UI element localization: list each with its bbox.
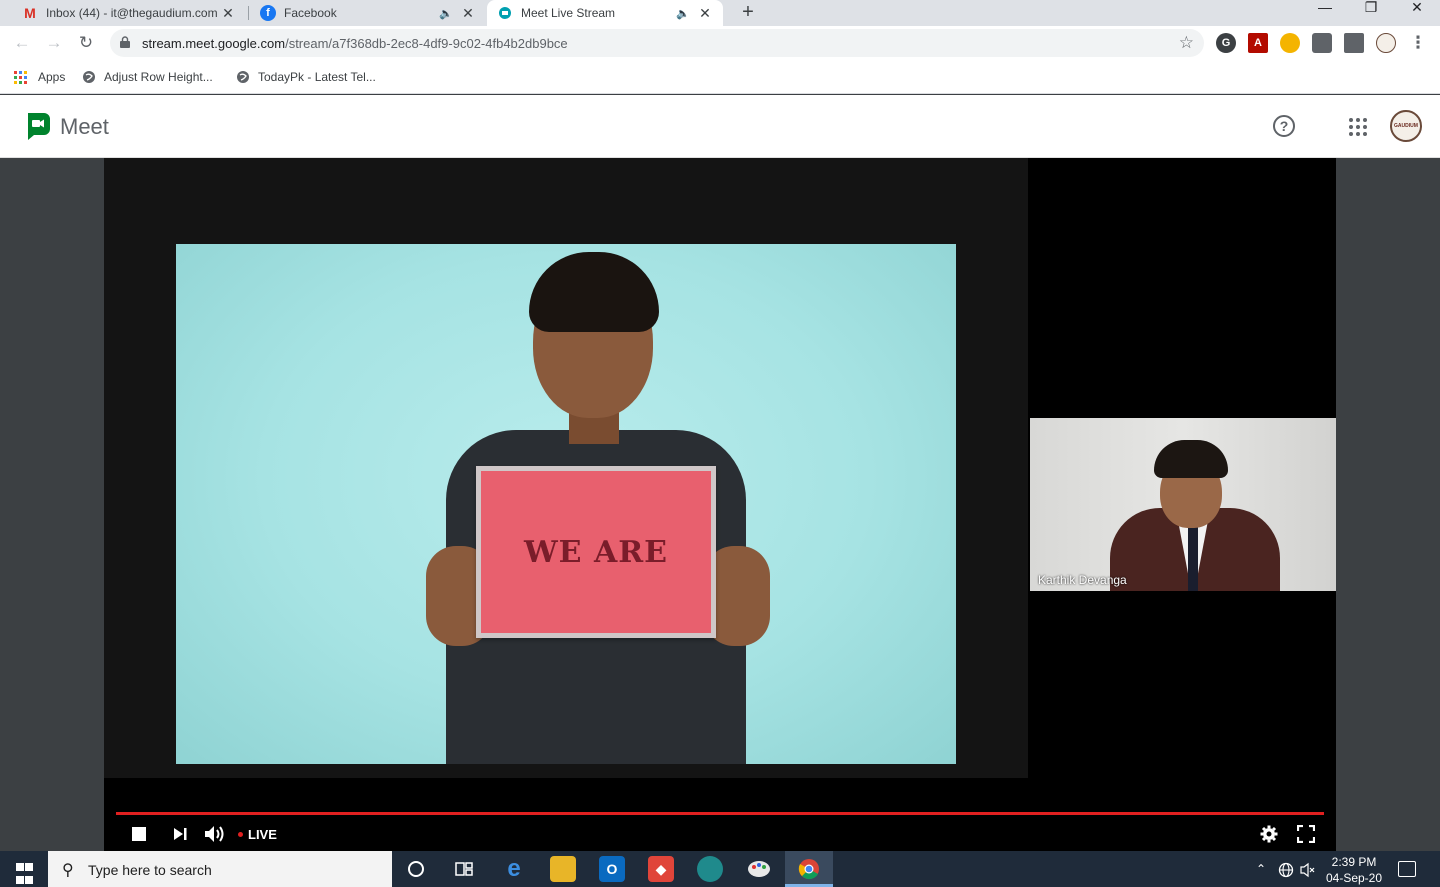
windows-taskbar: ⚲ Type here to search e O ◆ ⌃ 2:39 PM 04… (0, 851, 1440, 887)
video-player[interactable]: WE ARE Karthik Devanga LIVE (104, 158, 1336, 851)
participant-thumbnail: Karthik Devanga (1030, 418, 1336, 591)
edge-icon[interactable] (697, 856, 723, 882)
media-control-icon[interactable] (1344, 33, 1364, 53)
main-video-feed: WE ARE (176, 244, 956, 764)
tab-strip: M Inbox (44) - it@thegaudium.com ✕ f Fac… (0, 0, 1440, 26)
fullscreen-icon (1297, 825, 1315, 843)
tray-chevron-up-icon[interactable]: ⌃ (1256, 862, 1266, 876)
tab-title: Facebook (284, 6, 337, 20)
stream-stage: WE ARE Karthik Devanga LIVE (0, 158, 1440, 851)
account-avatar[interactable]: GAUDIUM (1390, 110, 1422, 142)
cortana-circle-icon[interactable] (403, 856, 429, 882)
main-video-frame: WE ARE (104, 158, 1028, 778)
network-globe-icon[interactable] (1278, 862, 1294, 881)
reload-icon[interactable]: ↻ (76, 33, 96, 53)
sign-text: WE ARE (523, 534, 669, 570)
forward-arrow-icon[interactable]: → (44, 33, 64, 53)
new-tab-button[interactable]: + (737, 0, 759, 26)
bookmark-todaypk[interactable]: TodayPk - Latest Tel... (236, 68, 376, 86)
extension-g-icon[interactable]: G (1216, 33, 1236, 53)
browser-toolbar: ← → ↻ stream.meet.google.com/stream/a7f3… (0, 26, 1440, 60)
speaker-icon[interactable]: 🔈 (438, 7, 454, 20)
close-icon[interactable]: ✕ (220, 5, 236, 22)
participant-name: Karthik Devanga (1038, 573, 1127, 587)
acrobat-extension-icon[interactable]: A (1248, 33, 1268, 53)
tab-title: Inbox (44) - it@thegaudium.com (46, 6, 218, 20)
tab-title: Meet Live Stream (521, 6, 616, 20)
skip-next-button[interactable] (172, 824, 188, 844)
address-bar[interactable]: stream.meet.google.com/stream/a7f368db-2… (110, 29, 1204, 57)
live-indicator: LIVE (238, 824, 277, 844)
stop-button[interactable] (132, 824, 146, 844)
file-explorer-icon[interactable] (550, 856, 576, 882)
bookmark-star-icon[interactable]: ☆ (1179, 33, 1194, 53)
extensions-puzzle-icon[interactable] (1312, 33, 1332, 53)
close-icon[interactable]: ✕ (460, 5, 476, 22)
globe-icon (83, 71, 95, 83)
anydesk-icon[interactable]: ◆ (648, 856, 674, 882)
fullscreen-button[interactable] (1297, 824, 1315, 844)
notification-center-icon[interactable] (1398, 861, 1416, 877)
tab-gmail[interactable]: M Inbox (44) - it@thegaudium.com ✕ (12, 0, 246, 26)
windows-start-button[interactable] (0, 851, 48, 887)
gear-icon (1260, 825, 1278, 843)
google-apps-icon[interactable] (1349, 118, 1367, 136)
bookmarks-bar: Apps Adjust Row Height... TodayPk - Late… (0, 60, 1440, 94)
bookmark-adjust-row-height[interactable]: Adjust Row Height... (82, 68, 213, 86)
participant-hair (1154, 440, 1228, 478)
internet-explorer-icon[interactable]: e (501, 855, 527, 882)
stop-icon (132, 827, 146, 841)
url-text: stream.meet.google.com/stream/a7f368db-2… (142, 36, 568, 51)
facebook-icon: f (260, 5, 276, 21)
search-icon: ⚲ (62, 862, 74, 879)
live-progress-bar[interactable] (116, 812, 1324, 815)
taskbar-search-box[interactable]: ⚲ Type here to search (48, 851, 392, 887)
meet-icon (497, 5, 513, 21)
gmail-icon: M (24, 5, 36, 21)
help-icon[interactable]: ? (1273, 115, 1295, 137)
sign-board: WE ARE (476, 466, 716, 638)
minimize-button[interactable]: — (1302, 0, 1348, 26)
chrome-icon[interactable] (796, 856, 822, 882)
paint-icon[interactable] (746, 856, 772, 882)
speaker-icon[interactable]: 🔈 (675, 7, 691, 20)
presenter-hair (529, 252, 659, 332)
lock-icon (120, 36, 130, 48)
profile-avatar-icon[interactable] (1376, 33, 1396, 53)
outlook-icon[interactable]: O (599, 856, 625, 882)
chrome-menu-icon[interactable]: ⋮ (1408, 33, 1428, 53)
apps-grid-icon (14, 70, 28, 84)
tab-meet-live-stream[interactable]: Meet Live Stream 🔈 ✕ (487, 0, 723, 26)
task-view-icon[interactable] (451, 856, 477, 882)
meet-title: Meet (60, 114, 109, 139)
skip-next-icon (174, 828, 187, 840)
window-close-button[interactable]: ✕ (1394, 0, 1440, 26)
restore-button[interactable]: ❐ (1348, 0, 1394, 26)
speaker-muted-icon[interactable] (1300, 862, 1316, 881)
participant-tie (1188, 518, 1198, 591)
bookmark-apps[interactable]: Apps (14, 68, 65, 86)
settings-button[interactable] (1260, 824, 1278, 844)
system-clock[interactable]: 2:39 PM 04-Sep-20 (1322, 854, 1386, 886)
globe-icon (237, 71, 249, 83)
volume-button[interactable] (204, 824, 226, 844)
volume-icon (205, 826, 224, 842)
close-icon[interactable]: ✕ (697, 5, 713, 22)
meet-logo-icon[interactable] (24, 111, 52, 141)
live-dot-icon (238, 831, 243, 837)
player-controls: LIVE (104, 818, 1336, 851)
lightbulb-extension-icon[interactable] (1280, 33, 1300, 53)
tab-facebook[interactable]: f Facebook 🔈 ✕ (250, 0, 486, 26)
meet-header: Meet ? GAUDIUM (0, 95, 1440, 158)
back-arrow-icon[interactable]: ← (12, 33, 32, 53)
